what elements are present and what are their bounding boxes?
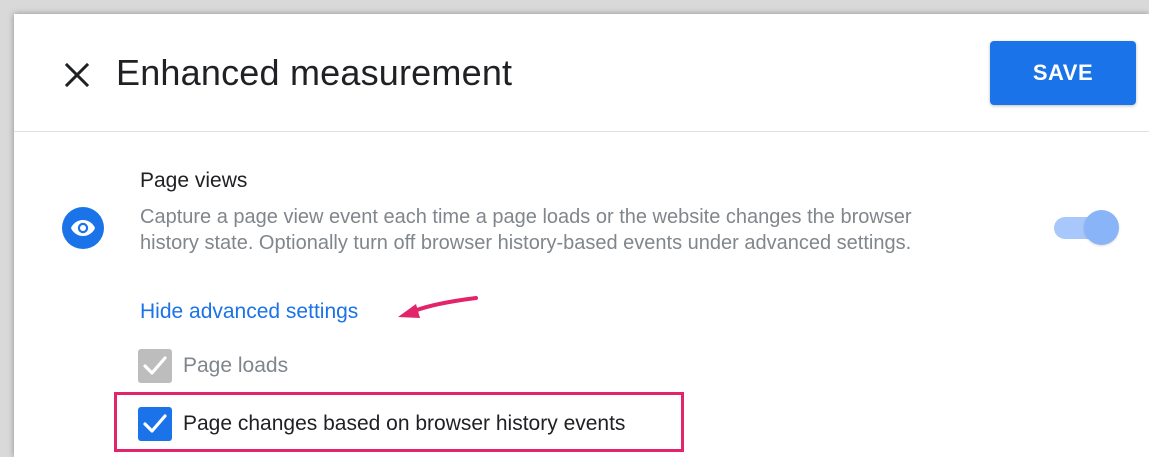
page-views-toggle[interactable] — [1054, 210, 1119, 246]
page-title: Enhanced measurement — [116, 52, 513, 93]
enhanced-measurement-panel: Enhanced measurement SAVE Page views Cap… — [14, 14, 1149, 457]
toggle-knob — [1084, 210, 1119, 245]
page-loads-checkbox-row[interactable]: Page loads — [138, 349, 338, 385]
check-icon — [143, 414, 167, 433]
section-description: Capture a page view event each time a pa… — [140, 206, 912, 254]
eye-icon — [62, 207, 104, 249]
panel-header: Enhanced measurement SAVE — [14, 14, 1149, 132]
page-loads-checkbox[interactable] — [138, 349, 172, 383]
annotation-arrow-icon — [398, 296, 478, 318]
close-button[interactable] — [62, 60, 92, 90]
check-icon — [143, 356, 167, 375]
history-events-label: Page changes based on browser history ev… — [183, 412, 626, 435]
history-events-checkbox[interactable] — [138, 407, 172, 441]
history-events-checkbox-row[interactable]: Page changes based on browser history ev… — [138, 407, 698, 443]
hide-advanced-settings-link[interactable]: Hide advanced settings — [140, 300, 358, 324]
section-title: Page views — [140, 169, 248, 192]
save-button[interactable]: SAVE — [990, 41, 1136, 105]
close-icon — [64, 62, 90, 88]
page-loads-label: Page loads — [183, 354, 289, 377]
